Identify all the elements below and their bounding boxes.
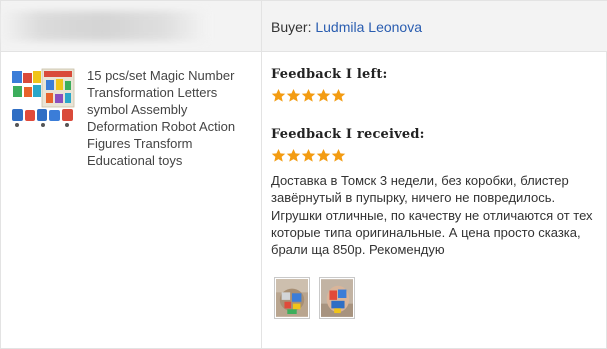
star-icon [331,88,346,102]
review-text: Доставка в Томск 3 недели, без коробки, … [271,173,593,258]
header-divider [261,1,262,52]
feedback-left-stars [271,88,346,104]
buyer-line: Buyer: Ludmila Leonova [271,19,422,35]
star-icon [316,148,331,162]
feedback-received-heading: Feedback I received: [271,127,425,142]
star-icon [271,148,286,162]
blurred-seller-name [1,11,206,41]
feedback-header: Buyer: Ludmila Leonova [1,1,607,52]
star-icon [301,148,316,162]
feedback-left-heading: Feedback I left: [271,67,388,82]
buyer-name-link[interactable]: Ludmila Leonova [315,19,422,35]
star-icon [301,88,316,102]
star-icon [331,148,346,162]
star-icon [286,148,301,162]
feedback-card: Buyer: Ludmila Leonova 15 pcs/set Magic … [0,0,607,349]
review-photo-thumbnail[interactable] [319,277,355,319]
star-icon [316,88,331,102]
feedback-received-stars [271,148,346,164]
product-title-link[interactable]: 15 pcs/set Magic Number Transformation L… [87,67,259,169]
buyer-label: Buyer: [271,19,316,35]
review-photo-thumbnail[interactable] [274,277,310,319]
star-icon [271,88,286,102]
product-thumbnail[interactable] [10,67,76,129]
star-icon [286,88,301,102]
column-divider [261,52,262,349]
